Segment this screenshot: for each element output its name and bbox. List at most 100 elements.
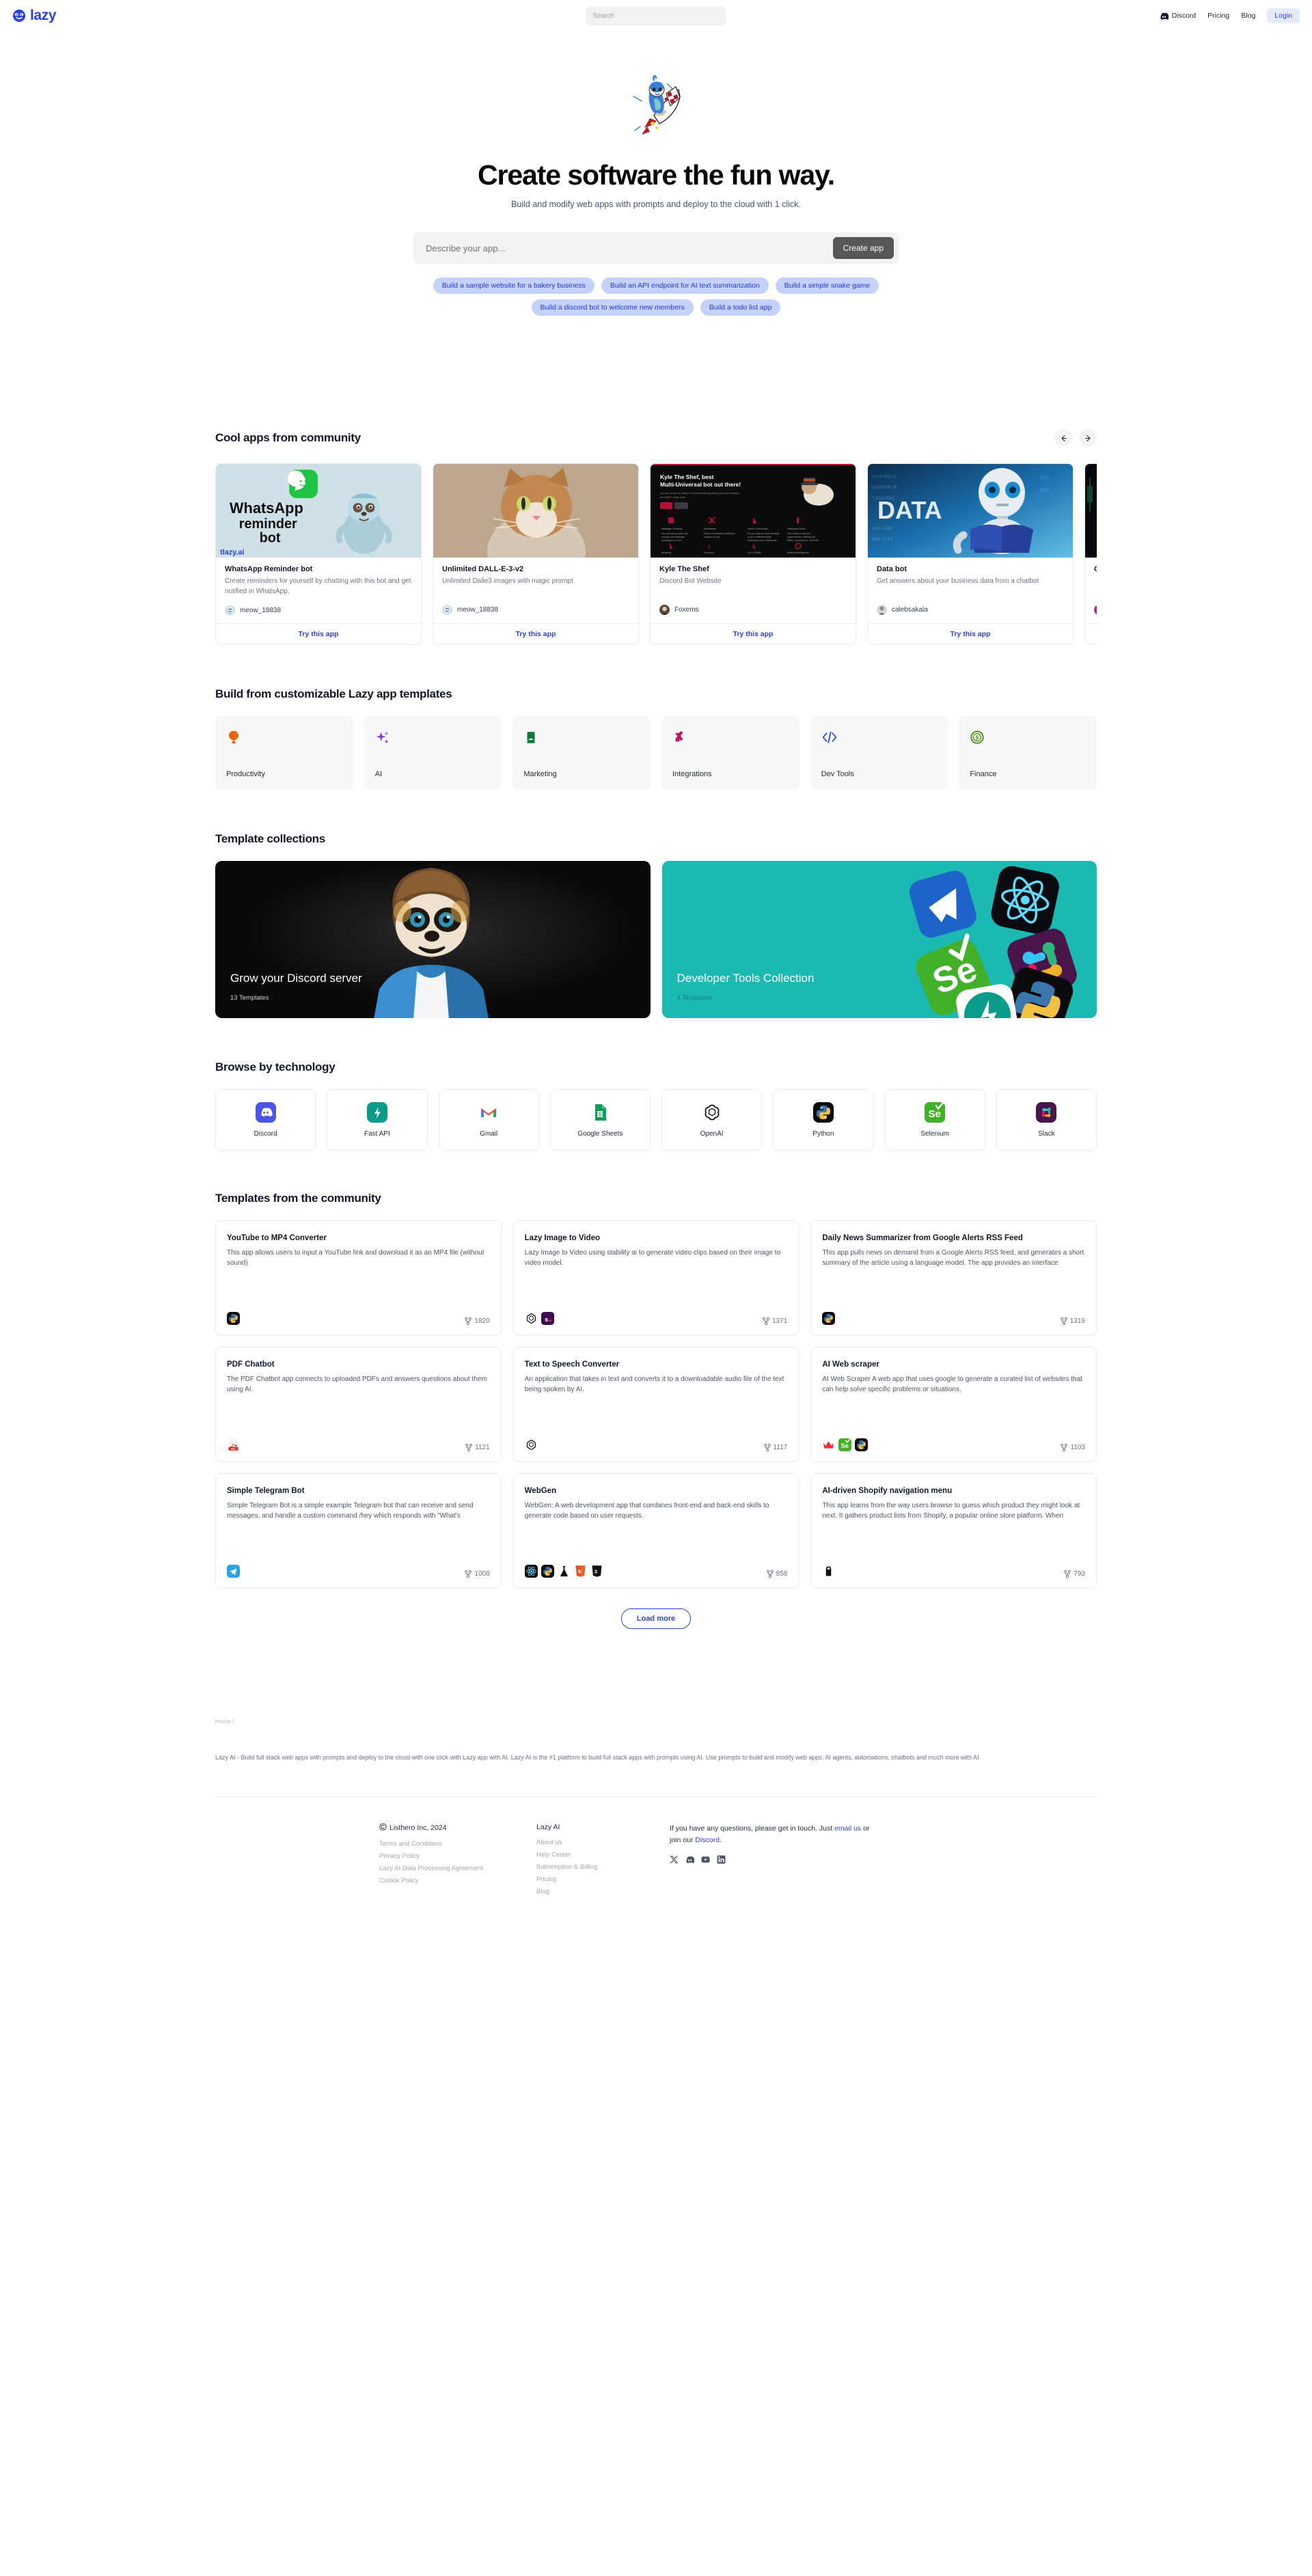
login-button[interactable]: Login bbox=[1267, 8, 1300, 23]
community-apps-carousel[interactable]: WhatsApp reminder bot tlazy.ai WhatsApp … bbox=[215, 463, 1097, 645]
python-logo-icon bbox=[227, 1312, 240, 1325]
svg-text:Kyle The Shef, best: Kyle The Shef, best bbox=[660, 474, 714, 480]
suggestion-chip[interactable]: Build a todo list app bbox=[700, 299, 781, 316]
python-logo-icon bbox=[541, 1565, 554, 1578]
logo[interactable]: lazy bbox=[12, 8, 56, 24]
footer-link-pricing[interactable]: Pricing bbox=[536, 1876, 670, 1883]
suggestion-chip[interactable]: Build a sample website for a bakery busi… bbox=[433, 277, 594, 294]
suggestion-chip[interactable]: Build an API endpoint for AI text summar… bbox=[601, 277, 769, 294]
app-prompt-input[interactable] bbox=[426, 243, 833, 254]
search-input[interactable] bbox=[586, 6, 726, 25]
collection-card-dev-tools[interactable]: Se Developer Tools Collection 4 Template… bbox=[661, 861, 1097, 1018]
create-app-button[interactable]: Create app bbox=[832, 237, 894, 259]
template-title: WebGen bbox=[524, 1487, 557, 1495]
breadcrumb[interactable]: Home / bbox=[215, 1718, 1097, 1725]
template-card[interactable]: YouTube to MP4 Converter This app allows… bbox=[215, 1220, 502, 1335]
collection-card-discord[interactable]: Grow your Discord server 13 Templates bbox=[215, 861, 651, 1018]
try-this-app-button[interactable]: Try this app bbox=[1085, 623, 1097, 644]
tech-card-fast-api[interactable]: Fast API bbox=[327, 1089, 428, 1151]
template-card[interactable]: Lazy Image to Video Lazy Image to Video … bbox=[512, 1220, 800, 1335]
footer-link-blog[interactable]: Blog bbox=[536, 1888, 670, 1895]
try-this-app-button[interactable]: Try this app bbox=[216, 623, 421, 644]
suggestion-chip[interactable]: Build a simple snake game bbox=[775, 277, 879, 294]
tech-card-gmail[interactable]: Gmail bbox=[438, 1089, 539, 1151]
tech-card-discord[interactable]: Discord bbox=[215, 1089, 316, 1151]
try-this-app-button[interactable]: Try this app bbox=[868, 623, 1073, 644]
email-us-link[interactable]: email us bbox=[834, 1824, 861, 1833]
app-card[interactable]: Unlimited DALL-E-3-v2 Unlimited Dalle3 i… bbox=[433, 463, 639, 645]
footer-copyright: Listhero Inc, 2024 bbox=[379, 1823, 536, 1833]
nav-item-blog[interactable]: Blog bbox=[1241, 12, 1255, 20]
template-footer: 1117 bbox=[525, 1425, 787, 1452]
load-more-container: Load more bbox=[215, 1608, 1097, 1629]
collection-count: 13 Templates bbox=[230, 994, 269, 1002]
arrow-right-icon bbox=[1084, 435, 1091, 441]
category-card-ai[interactable]: AI bbox=[364, 716, 502, 790]
category-card-integrations[interactable]: Integrations bbox=[661, 716, 800, 790]
copyright-text: Listhero Inc, 2024 bbox=[390, 1824, 447, 1833]
carousel-next-button[interactable] bbox=[1079, 429, 1097, 447]
template-card[interactable]: PDF Chatbot The PDF Chatbot app connects… bbox=[215, 1347, 502, 1462]
hot-air-balloon-icon bbox=[226, 728, 342, 747]
app-card[interactable]: ₿ CRYPTO ARBITRAGE SCRAPER bbox=[1084, 463, 1097, 645]
footer-link-about[interactable]: About us bbox=[536, 1839, 670, 1846]
app-card[interactable]: Kyle The Shef, best Multi-Universal bot … bbox=[650, 463, 856, 645]
carousel-prev-button[interactable] bbox=[1054, 429, 1072, 447]
x-icon[interactable] bbox=[670, 1855, 679, 1864]
discord-link[interactable]: Discord bbox=[695, 1836, 720, 1844]
svg-text:11 0 1 0110: 11 0 1 0110 bbox=[872, 527, 893, 531]
app-author: meow_18838 bbox=[225, 605, 412, 623]
footer-link-terms[interactable]: Terms and Conditions bbox=[379, 1840, 536, 1848]
page-root: lazy Discord Pricing Blog Login bbox=[0, 0, 1312, 1920]
linkedin-icon[interactable] bbox=[717, 1855, 726, 1864]
discord-icon[interactable] bbox=[685, 1855, 695, 1864]
template-description: This app allows users to input a YouTube… bbox=[227, 1249, 484, 1268]
footer-link-cookie[interactable]: Cookie Policy bbox=[379, 1877, 536, 1885]
footer-link-privacy[interactable]: Privacy Policy bbox=[379, 1852, 536, 1860]
template-card[interactable]: Text to Speech Converter An application … bbox=[512, 1347, 800, 1462]
svg-text:including music, interviews,: including music, interviews, bbox=[748, 539, 778, 542]
footer-company-heading: Lazy AI bbox=[536, 1823, 560, 1832]
template-description: This app learns from the way users brows… bbox=[822, 1502, 1080, 1520]
template-tech-icons bbox=[525, 1438, 538, 1451]
app-card-body: Data bot Get answers about your business… bbox=[868, 558, 1073, 623]
tech-card-slack[interactable]: Slack bbox=[996, 1089, 1097, 1151]
load-more-button[interactable]: Load more bbox=[620, 1608, 692, 1629]
category-card-dev-tools[interactable]: Dev Tools bbox=[810, 716, 948, 790]
footer-link-help[interactable]: Help Center bbox=[536, 1851, 670, 1859]
suggestion-chip[interactable]: Build a discord bot to welcome new membe… bbox=[531, 299, 694, 316]
app-card[interactable]: WhatsApp reminder bot tlazy.ai WhatsApp … bbox=[215, 463, 422, 645]
app-description: Discord Bot Website bbox=[659, 577, 722, 585]
nav-item-discord[interactable]: Discord bbox=[1160, 12, 1197, 20]
tech-card-openai[interactable]: OpenAI bbox=[661, 1089, 763, 1151]
tech-card-python[interactable]: Python bbox=[773, 1089, 874, 1151]
template-card[interactable]: Daily News Summarizer from Google Alerts… bbox=[810, 1220, 1097, 1335]
template-card[interactable]: WebGen WebGen: A web development app tha… bbox=[512, 1473, 800, 1588]
svg-text:01 10 0110 1: 01 10 0110 1 bbox=[872, 475, 896, 479]
fork-count-value: 858 bbox=[776, 1570, 788, 1578]
tech-card-selenium[interactable]: Se Selenium bbox=[884, 1089, 985, 1151]
category-card-marketing[interactable]: Marketing bbox=[512, 716, 651, 790]
category-card-productivity[interactable]: Productivity bbox=[215, 716, 353, 790]
svg-text:Multi-Universal bot out there!: Multi-Universal bot out there! bbox=[660, 481, 741, 488]
try-this-app-button[interactable]: Try this app bbox=[651, 623, 856, 644]
footer-link-billing[interactable]: Subscription & Billing bbox=[536, 1863, 670, 1871]
footer-link-dpa[interactable]: Lazy AI Data Processing Agreement bbox=[379, 1865, 536, 1872]
nav-item-pricing[interactable]: Pricing bbox=[1207, 12, 1229, 20]
template-title: AI Web scraper bbox=[822, 1360, 879, 1369]
template-tech-icons: Se bbox=[822, 1438, 869, 1451]
crypto-arbitrage-scraper-thumbnail: ₿ CRYPTO ARBITRAGE SCRAPER bbox=[1085, 464, 1097, 558]
tech-card-google-sheets[interactable]: Google Sheets bbox=[549, 1089, 651, 1151]
bottom-section: Home / Lazy AI - Build full stack web ap… bbox=[215, 1718, 1097, 1798]
app-card[interactable]: 01 10 0110 1 1100 0101 10 0 1011 0110 11 0… bbox=[867, 463, 1074, 645]
app-card-body: Kyle The Shef Discord Bot Website Foxems bbox=[651, 558, 856, 623]
template-card[interactable]: AI Web scraper AI Web Scraper A web app … bbox=[810, 1347, 1097, 1462]
template-card[interactable]: Simple Telegram Bot Simple Telegram Bot … bbox=[215, 1473, 502, 1588]
nav-item-discord-label: Discord bbox=[1171, 12, 1197, 20]
carousel-controls bbox=[1054, 429, 1097, 447]
youtube-icon[interactable] bbox=[701, 1855, 710, 1864]
template-card[interactable]: AI-driven Shopify navigation menu This a… bbox=[810, 1473, 1097, 1588]
html5-logo-icon: 5 bbox=[574, 1565, 587, 1578]
category-card-finance[interactable]: $ Finance bbox=[959, 716, 1097, 790]
try-this-app-button[interactable]: Try this app bbox=[433, 623, 638, 644]
